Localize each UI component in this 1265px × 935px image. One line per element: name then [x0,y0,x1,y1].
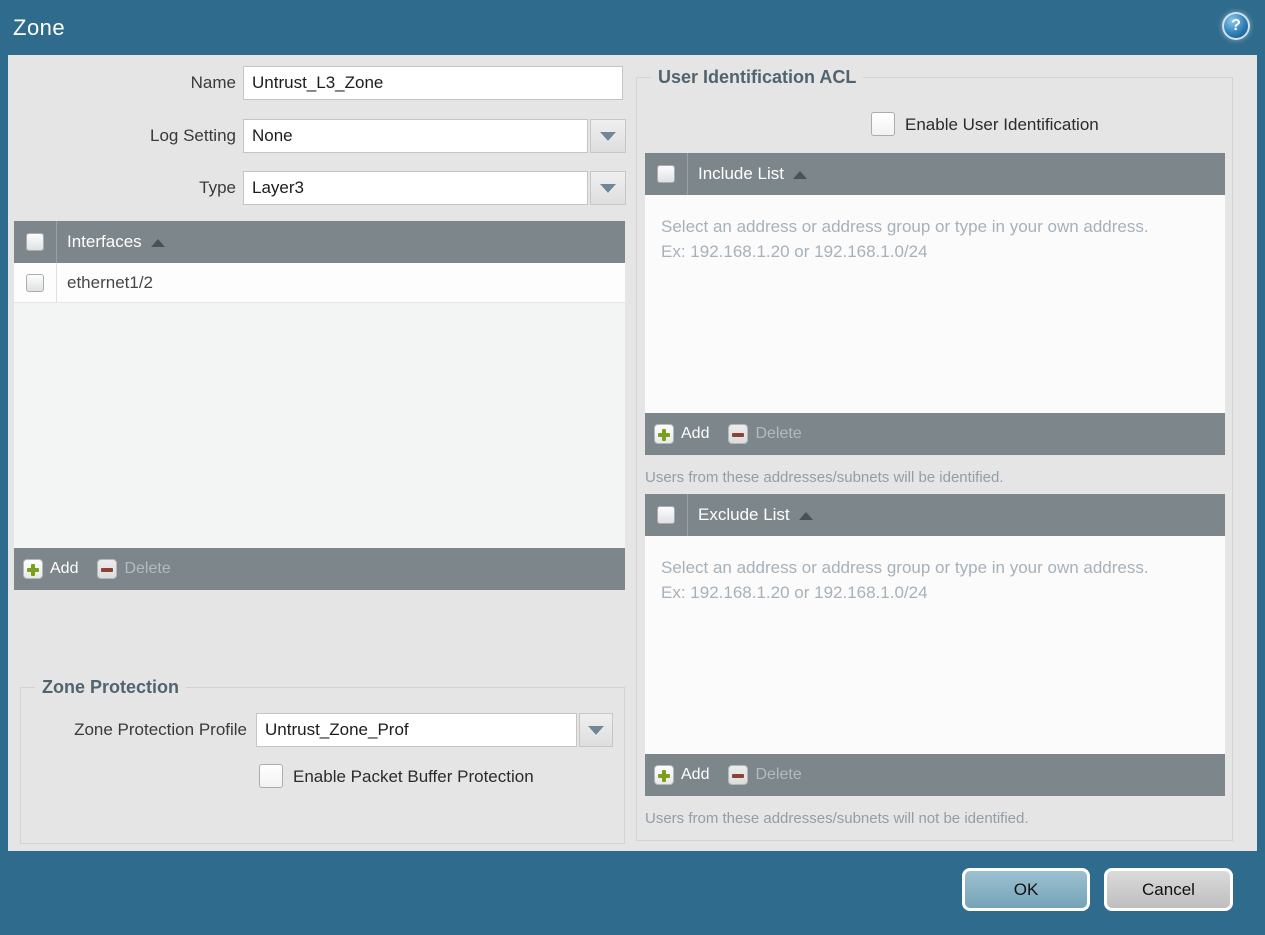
add-button[interactable]: Add [23,559,78,579]
interface-name: ethernet1/2 [67,272,154,292]
table-row[interactable]: ethernet1/2 [14,263,625,303]
delete-button-label: Delete [755,766,802,783]
page-title: Zone [13,15,66,40]
chevron-down-icon [588,725,604,735]
delete-button-label: Delete [755,425,802,442]
exclude-list-placeholder: Select an address or address group or ty… [661,558,1149,602]
include-list-table: Include List Select an address or addres… [645,153,1225,455]
add-button-label: Add [681,425,710,442]
delete-button[interactable]: Delete [728,424,802,444]
minus-icon [728,765,749,785]
sort-ascending-icon [793,171,807,179]
delete-button-label: Delete [124,560,171,577]
add-button-label: Add [681,766,710,783]
zone-protection-profile-input[interactable] [256,713,577,747]
exclude-select-all-checkbox[interactable] [657,506,675,524]
chevron-down-icon [600,131,616,141]
include-list-column-label: Include List [698,164,784,183]
sort-ascending-icon [150,239,165,247]
delete-button[interactable]: Delete [97,559,171,579]
plus-icon [23,559,43,579]
cancel-button-label: Cancel [1142,879,1195,899]
interfaces-table-empty-area [14,303,625,548]
type-combo [243,171,626,205]
log-setting-input[interactable] [243,119,588,153]
exclude-list-caption: Users from these addresses/subnets will … [645,810,1029,827]
row-checkbox-cell [14,263,57,302]
name-input[interactable] [243,66,623,100]
include-list-header: Include List [645,153,1225,195]
add-button[interactable]: Add [654,765,709,785]
interfaces-select-all-cell [14,221,57,263]
exclude-list-table: Exclude List Select an address or addres… [645,494,1225,796]
minus-icon [728,424,749,444]
plus-icon [654,424,674,444]
zone-protection-profile-combo [256,713,613,747]
cancel-button[interactable]: Cancel [1104,868,1233,911]
enable-packet-buffer-protection-label: Enable Packet Buffer Protection [293,767,534,786]
exclude-list-header: Exclude List [645,494,1225,536]
type-dropdown-button[interactable] [590,171,626,205]
include-select-all-checkbox[interactable] [657,165,675,183]
interfaces-column-label: Interfaces [67,232,142,251]
exclude-list-column-header[interactable]: Exclude List [698,505,813,525]
interfaces-table-header: Interfaces [14,221,625,263]
interfaces-table-toolbar: Add Delete [14,548,625,590]
include-select-all-cell [645,153,688,195]
name-label: Name [190,73,236,92]
add-button-label: Add [50,560,79,577]
add-button[interactable]: Add [654,424,709,444]
zone-protection-profile-dropdown-button[interactable] [579,713,613,747]
include-list-placeholder: Select an address or address group or ty… [661,217,1149,261]
exclude-list-column-label: Exclude List [698,505,790,524]
include-list-toolbar: Add Delete [645,413,1225,455]
type-label: Type [199,178,236,197]
log-setting-label: Log Setting [149,126,236,145]
include-list-column-header[interactable]: Include List [698,164,807,184]
interfaces-column-header[interactable]: Interfaces [67,232,165,252]
ok-button-label: OK [1013,879,1039,899]
exclude-select-all-cell [645,494,688,536]
type-input[interactable] [243,171,588,205]
chevron-down-icon [600,183,616,193]
zone-dialog: Name Log Setting Type Interfaces [8,55,1257,851]
include-list-body[interactable]: Select an address or address group or ty… [645,195,1225,413]
plus-icon [654,765,674,785]
delete-button[interactable]: Delete [728,765,802,785]
ok-button[interactable]: OK [962,868,1090,911]
interfaces-table: Interfaces ethernet1/2 Add Delete [14,221,625,590]
question-mark-glyph: ? [1231,17,1241,34]
include-list-caption: Users from these addresses/subnets will … [645,469,1004,486]
exclude-list-body[interactable]: Select an address or address group or ty… [645,536,1225,754]
zone-protection-legend: Zone Protection [35,677,187,698]
sort-ascending-icon [798,512,813,520]
user-identification-acl-legend: User Identification ACL [651,67,864,88]
log-setting-dropdown-button[interactable] [590,119,626,153]
help-icon[interactable]: ? [1222,12,1250,40]
row-checkbox[interactable] [26,273,44,292]
interfaces-select-all-checkbox[interactable] [26,233,44,251]
enable-user-identification-checkbox[interactable] [871,112,895,136]
enable-user-identification-label: Enable User Identification [905,115,1099,134]
exclude-list-toolbar: Add Delete [645,754,1225,796]
minus-icon [97,559,118,579]
zone-protection-profile-label: Zone Protection Profile [74,720,247,739]
log-setting-combo [243,119,626,153]
enable-packet-buffer-protection-checkbox[interactable] [259,764,283,788]
